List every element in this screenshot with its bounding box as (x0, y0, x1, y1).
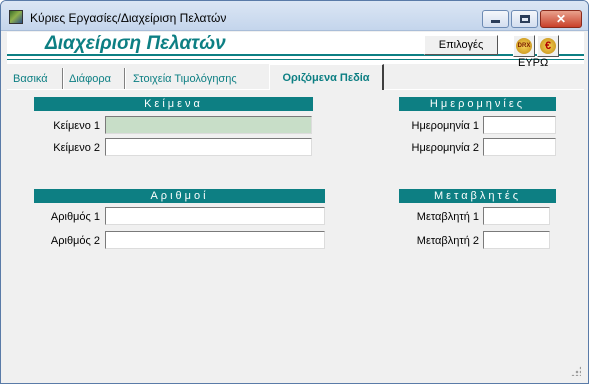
options-button[interactable]: Επιλογές (424, 35, 498, 55)
minimize-button[interactable] (482, 10, 509, 28)
euro-currency-button[interactable]: € (537, 35, 559, 57)
page-title: Διαχείριση Πελατών (45, 33, 226, 54)
number2-input[interactable] (105, 231, 325, 249)
text1-input[interactable] (105, 116, 312, 134)
maximize-button[interactable] (511, 10, 538, 28)
title-bar[interactable]: Κύριες Εργασίες/Διαχείριση Πελατών ✕ (1, 1, 588, 31)
number1-label: Αριθμός 1 (50, 211, 100, 223)
variable2-input[interactable] (483, 231, 550, 249)
drx-currency-button[interactable]: DRX (513, 35, 535, 57)
resize-grip[interactable] (571, 366, 581, 376)
tab-custom-fields[interactable]: Οριζόμενα Πεδία (269, 64, 384, 90)
app-window: Κύριες Εργασίες/Διαχείριση Πελατών ✕ Δια… (0, 0, 589, 384)
variable1-label: Μεταβλητή 1 (416, 211, 479, 223)
variable1-input[interactable] (483, 207, 550, 225)
tab-billing[interactable]: Στοιχεία Τιμολόγησης (131, 68, 237, 90)
number2-label: Αριθμός 2 (50, 235, 100, 247)
maximize-icon (519, 15, 530, 23)
date1-label: Ημερομηνία 1 (411, 120, 480, 132)
section-header-text: Κείμενα (34, 97, 313, 111)
date2-label: Ημερομηνία 2 (411, 142, 480, 154)
tab-misc[interactable]: Διάφορα (67, 68, 111, 90)
close-button[interactable]: ✕ (540, 10, 582, 28)
minimize-icon (491, 20, 500, 23)
tab-separator (124, 68, 126, 89)
text1-label: Κείμενο 1 (53, 120, 100, 132)
euro-coin-icon: € (540, 38, 556, 54)
window-title: Κύριες Εργασίες/Διαχείριση Πελατών (30, 11, 227, 25)
tab-strip: Βασικά Διάφορα Στοιχεία Τιμολόγησης Οριζ… (7, 64, 584, 90)
section-header-numbers: Αριθμοί (34, 189, 325, 203)
tab-separator (62, 68, 64, 89)
section-header-dates: Ημερομηνίες (399, 97, 556, 111)
section-header-variables: Μεταβλητές (399, 189, 556, 203)
date1-input[interactable] (483, 116, 556, 134)
header-divider-thin (7, 59, 584, 60)
text2-input[interactable] (105, 138, 312, 156)
drx-coin-icon: DRX (516, 38, 532, 54)
close-icon: ✕ (555, 12, 567, 26)
app-icon[interactable] (9, 10, 23, 24)
custom-fields-panel: Κείμενα Κείμενο 1 Κείμενο 2 Ημερομηνίες … (7, 90, 584, 379)
date2-input[interactable] (483, 138, 556, 156)
tab-basic[interactable]: Βασικά (11, 68, 48, 90)
page-header: Διαχείριση Πελατών Επιλογές DRX € (7, 32, 584, 64)
variable2-label: Μεταβλητή 2 (416, 235, 479, 247)
number1-input[interactable] (105, 207, 325, 225)
text2-label: Κείμενο 2 (53, 142, 100, 154)
